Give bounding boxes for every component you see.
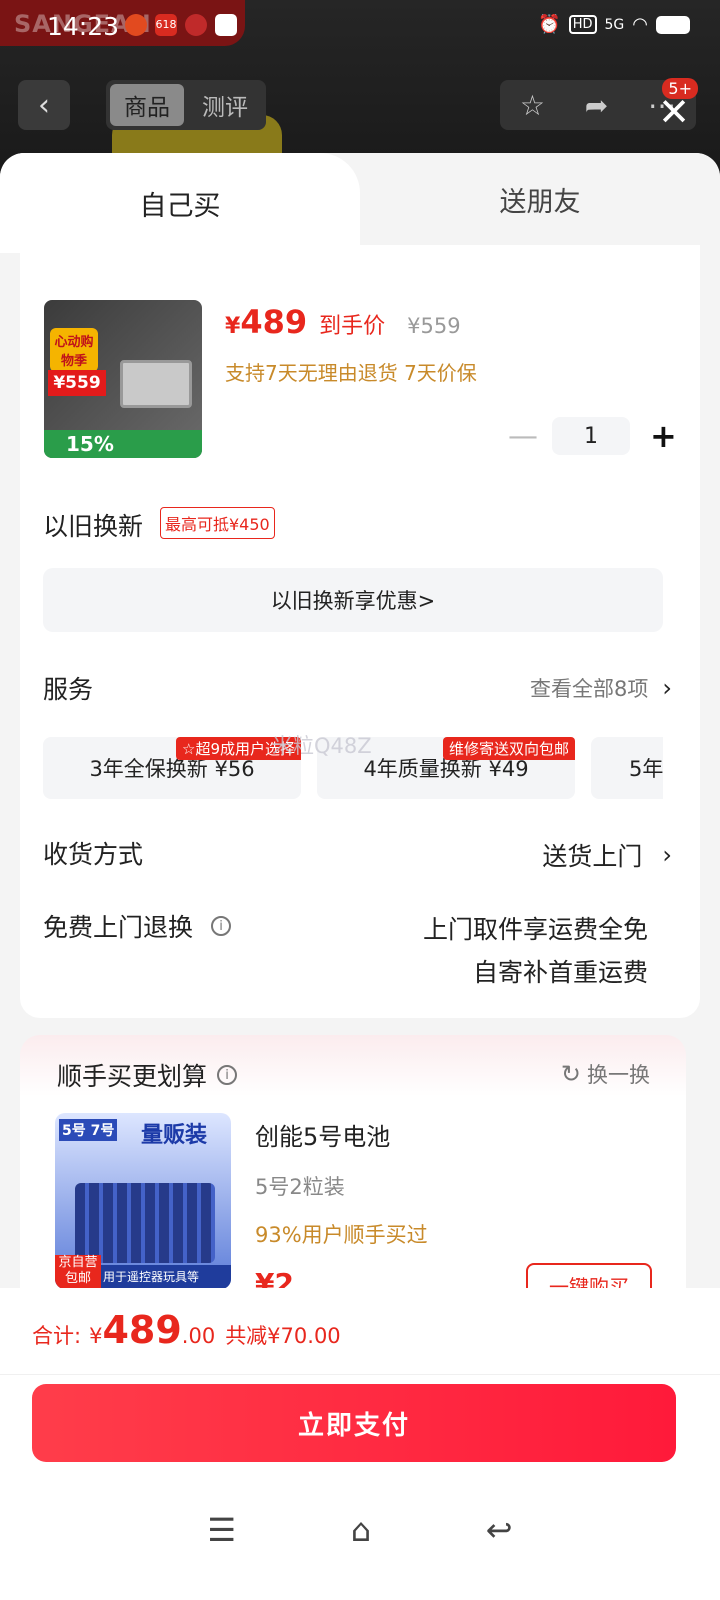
total-amount: 489 [102,1308,182,1352]
checkout-footer: 合计: ¥ 489 .00 共减¥70.00 立即支付 ☰ ⌂ ↩ [0,1288,720,1600]
refresh-button[interactable]: ↻ 换一换 [561,1059,650,1089]
final-price: ¥489 [225,303,308,341]
top-tabs: 商品 测评 [106,80,266,130]
refresh-icon: ↻ [560,1060,581,1088]
tab-goods[interactable]: 商品 [110,84,184,126]
delivery-value: 送货上门 [542,842,643,871]
delivery-title: 收货方式 [43,840,144,869]
returns-title: 免费上门退换 [43,913,194,942]
quantity-input[interactable]: 1 [552,417,630,455]
status-app-icons: 618 [125,14,237,36]
system-nav-bar: ☰ ⌂ ↩ [0,1500,720,1560]
services-view-all[interactable]: 查看全部8项 › [530,673,672,703]
trade-in-title: 以旧换新 [43,512,144,541]
service-option[interactable]: 5年 [591,737,663,799]
quantity-stepper: — 1 + [508,417,677,455]
app-icon [215,14,237,36]
info-icon[interactable]: i [211,916,232,936]
battery-pack-image [75,1183,215,1263]
service-option[interactable]: 3年全保换新 ¥56 ☆超9成用户选择 [43,737,301,799]
hd-icon: HD [568,15,597,34]
original-price: ¥559 [407,314,461,338]
refresh-label: 换一换 [587,1063,650,1087]
status-indicators: ⏰ HD 5G ◠ [538,14,690,35]
returns-line-1: 上门取件享运费全免 [422,915,648,944]
price-row: ¥489 到手价 ¥559 [225,303,461,341]
bundle-img-title: 量贩装 [141,1123,208,1148]
bundle-title-row: 顺手买更划算 i [57,1057,238,1093]
bundle-product-image[interactable]: 5号 7号 量贩装 用于遥控器玩具等 京自营包邮 [55,1113,231,1289]
returns-line-2: 自寄补首重运费 [472,958,648,987]
chevron-right-icon: › [662,841,672,869]
back-button[interactable]: ‹ [18,80,70,130]
sheet-tabs: 自己买 送朋友 [0,153,720,253]
tab-buy-self[interactable]: 自己买 [0,153,360,253]
product-image[interactable]: 心动购物季 ¥559 15% [44,300,202,458]
watermark: 米粒Q48Z [272,734,372,758]
total-saving: 共减¥70.00 [225,1324,341,1348]
returns-title-row: 免费上门退换 i [43,908,232,944]
bundle-card: 顺手买更划算 i ↻ 换一换 5号 7号 量贩装 用于遥控器玩具等 京自营包邮 … [20,1035,686,1315]
alarm-icon: ⏰ [538,14,561,35]
bundle-title: 顺手买更划算 [57,1062,208,1091]
bundle-product-rate: 93%用户顺手买过 [255,1223,428,1247]
trade-in-button[interactable]: 以旧换新享优惠> [43,568,663,632]
status-time: 14:23 [47,12,120,41]
share-icon[interactable]: ➦ [585,89,608,122]
tab-gift-friend[interactable]: 送朋友 [360,153,720,245]
chevron-right-icon: › [662,674,672,702]
product-img-discount: 15% [44,430,202,458]
decrease-button[interactable]: — [508,419,538,454]
close-button[interactable]: ✕ [658,92,690,132]
product-img-promo: 心动购物季 [50,328,98,372]
total-row: 合计: ¥ 489 .00 共减¥70.00 [32,1308,341,1352]
pay-now-button[interactable]: 立即支付 [32,1384,676,1462]
service-option-label: 5年 [629,757,663,781]
battery-icon [656,15,690,34]
return-promise: 支持7天无理由退货 7天价保 [225,361,477,385]
app-icon [185,14,207,36]
bundle-img-tag: 5号 7号 [59,1119,118,1141]
trade-in-badge: 最高可抵¥450 [160,507,275,539]
signal-5g-icon: 5G [604,16,625,33]
total-decimal: .00 [181,1324,216,1348]
final-price-label: 到手价 [319,314,386,339]
info-icon[interactable]: i [217,1065,238,1085]
total-label: 合计: [32,1324,82,1348]
product-img-price: ¥559 [48,370,106,396]
order-card: 心动购物季 ¥559 15% ¥489 到手价 ¥559 支持7天无理由退货 7… [20,245,700,1018]
tab-review[interactable]: 测评 [188,84,262,126]
total-symbol: ¥ [89,1324,103,1348]
back-icon: ‹ [38,87,50,123]
bundle-product-spec: 5号2粒装 [255,1175,345,1199]
bundle-img-badge: 京自营包邮 [55,1255,101,1289]
back-nav-icon[interactable]: ↩ [486,1511,513,1549]
favorite-star-icon[interactable]: ☆ [520,89,545,122]
menu-icon[interactable]: ☰ [207,1511,236,1549]
radio-device-image [120,360,192,408]
app-icon-618: 618 [155,14,177,36]
wifi-icon: ◠ [632,14,648,35]
divider [0,1374,720,1375]
service-option-tag: 维修寄送双向包邮 [442,737,575,760]
services-view-all-label: 查看全部8项 [530,677,649,701]
services-title: 服务 [43,675,94,704]
increase-button[interactable]: + [650,417,677,455]
app-icon [125,14,147,36]
delivery-selector[interactable]: 送货上门 › [542,837,672,873]
home-icon[interactable]: ⌂ [351,1511,371,1549]
bundle-product-name[interactable]: 创能5号电池 [255,1117,390,1152]
